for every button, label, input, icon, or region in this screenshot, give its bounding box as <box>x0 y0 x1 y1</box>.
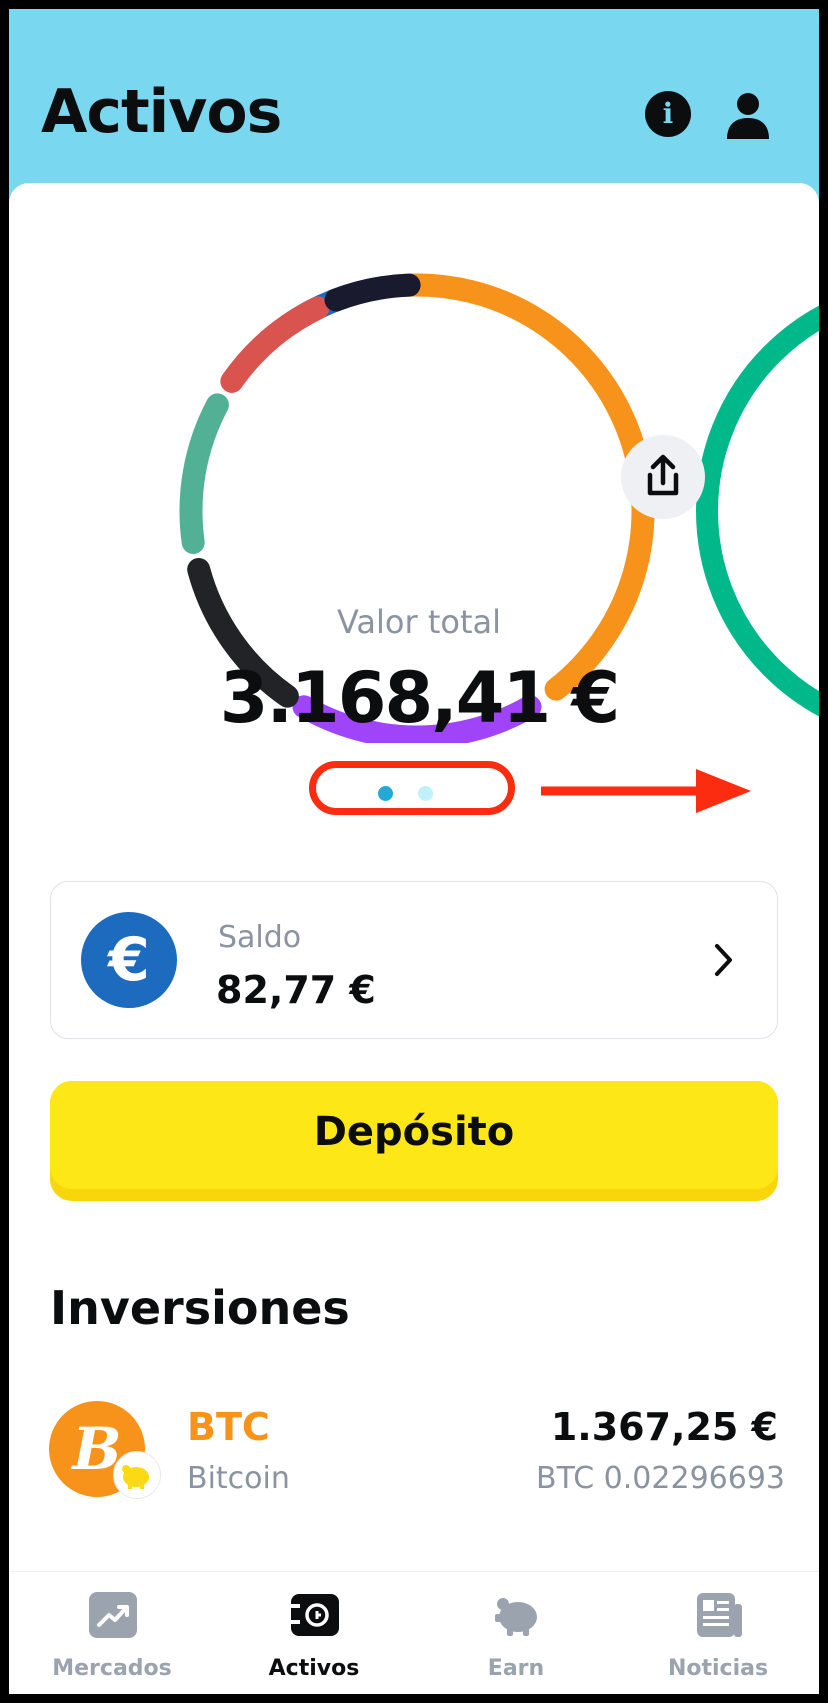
page-dot[interactable] <box>418 786 433 801</box>
nav-label: Activos <box>268 1656 360 1681</box>
nav-item-activos[interactable]: Activos <box>214 1572 414 1694</box>
info-icon[interactable]: i <box>645 91 691 137</box>
piggy-bank-badge-icon <box>113 1451 161 1499</box>
next-chart-preview <box>696 305 819 717</box>
bottom-nav: Mercados Activos Earn Noticias <box>9 1571 819 1694</box>
user-profile-icon[interactable] <box>725 91 771 141</box>
deposit-button-face: Depósito <box>50 1081 778 1189</box>
donut-segment <box>179 393 229 554</box>
newspaper-icon <box>697 1593 742 1637</box>
nav-label: Mercados <box>52 1656 172 1681</box>
share-button[interactable] <box>621 435 705 519</box>
total-value-label: Valor total <box>337 603 501 641</box>
page-dot-active[interactable] <box>378 786 393 801</box>
investment-row-btc[interactable]: B BTC Bitcoin 1.367,25 € BTC 0.02296693 <box>9 1393 819 1513</box>
piggy-bank-icon <box>495 1598 537 1636</box>
nav-label: Noticias <box>667 1656 769 1681</box>
chart-icon <box>89 1592 137 1638</box>
balance-card[interactable]: € Saldo 82,77 € <box>50 881 778 1039</box>
balance-value: 82,77 € <box>216 968 376 1012</box>
asset-value: 1.367,25 € <box>550 1405 778 1449</box>
deposit-button[interactable]: Depósito <box>50 1081 778 1201</box>
chevron-right-icon <box>715 944 732 976</box>
annotation-arrow-icon <box>541 769 751 813</box>
asset-amount: BTC 0.02296693 <box>536 1461 785 1496</box>
euro-icon: € <box>81 912 177 1008</box>
donut-segment <box>324 273 421 312</box>
nav-item-earn[interactable]: Earn <box>416 1572 616 1694</box>
asset-name: Bitcoin <box>187 1461 290 1496</box>
nav-item-noticias[interactable]: Noticias <box>618 1572 818 1694</box>
header-bar: Activos i <box>9 9 819 209</box>
page-title: Activos <box>41 77 282 147</box>
donut-segment <box>220 296 330 393</box>
page-indicator[interactable] <box>309 761 515 815</box>
balance-label: Saldo <box>218 920 302 955</box>
wallet-icon <box>291 1594 339 1636</box>
nav-item-mercados[interactable]: Mercados <box>12 1572 212 1694</box>
share-icon <box>647 454 679 496</box>
asset-symbol: BTC <box>187 1405 270 1449</box>
total-value: 3.168,41 € <box>219 657 621 739</box>
deposit-button-label: Depósito <box>313 1109 515 1155</box>
investments-title: Inversiones <box>50 1281 350 1335</box>
app-screen: Activos i Valor total 3.168,41 € € Saldo… <box>9 9 819 1694</box>
nav-label: Earn <box>487 1656 545 1681</box>
